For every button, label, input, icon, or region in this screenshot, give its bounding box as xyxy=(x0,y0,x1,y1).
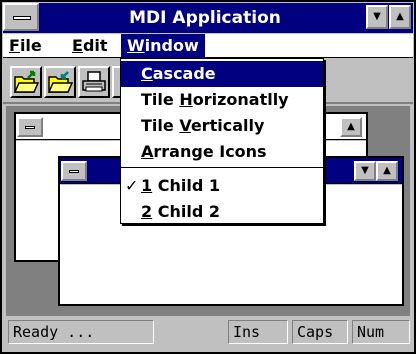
status-num: Num xyxy=(352,320,410,344)
menu-edit-label: dit xyxy=(82,36,108,55)
menu-item-tile-v-prefix: Tile xyxy=(141,116,180,135)
maximize-arrow-icon: ▲ xyxy=(347,121,355,132)
menu-item-tile-vertically[interactable]: Tile Vertically xyxy=(121,113,323,139)
child-1-system-menu-icon xyxy=(69,170,79,173)
menu-window[interactable]: Window xyxy=(121,34,205,58)
menu-window-accel: W xyxy=(127,36,145,55)
maximize-button[interactable]: ▲ xyxy=(389,5,411,29)
menu-item-tile-h-accel: H xyxy=(179,90,193,109)
print-icon xyxy=(82,71,106,92)
save-folder-icon xyxy=(47,71,74,93)
window-menu-dropdown: Cascade Tile Horizonatlly Tile Verticall… xyxy=(120,58,324,224)
child-1-minimize-button[interactable]: ▼ xyxy=(354,161,376,181)
child-2-system-menu-icon xyxy=(25,126,35,129)
menu-item-tile-v-accel: V xyxy=(179,116,191,135)
maximize-arrow-icon: ▲ xyxy=(383,165,391,176)
menu-edit-accel: E xyxy=(72,36,83,55)
menu-item-tile-horizontally[interactable]: Tile Horizonatlly xyxy=(121,87,323,113)
status-ins: Ins xyxy=(228,320,288,344)
status-message: Ready ... xyxy=(8,320,154,344)
menu-item-child-1-label: Child 1 xyxy=(152,176,220,195)
menu-bar xyxy=(3,34,413,58)
menu-edit[interactable]: Edit xyxy=(66,34,114,58)
menu-item-child-2[interactable]: 2 Child 2 xyxy=(121,199,323,225)
minimize-button[interactable]: ▼ xyxy=(366,5,388,29)
child-1-maximize-button[interactable]: ▲ xyxy=(376,161,398,181)
minimize-arrow-icon: ▼ xyxy=(361,165,369,176)
save-button[interactable] xyxy=(44,66,76,98)
open-folder-icon xyxy=(13,70,40,93)
child-1-system-menu-button[interactable] xyxy=(61,161,87,181)
maximize-arrow-icon: ▲ xyxy=(396,11,404,22)
menu-item-child-2-label: Child 2 xyxy=(152,202,220,221)
menu-window-label: indow xyxy=(144,36,199,55)
menu-item-tile-v-label: ertically xyxy=(190,116,265,135)
menu-file-accel: F xyxy=(9,36,20,55)
open-button[interactable] xyxy=(10,66,42,98)
minimize-arrow-icon: ▼ xyxy=(373,11,381,22)
menu-item-tile-h-prefix: Tile xyxy=(141,90,180,109)
menu-file-label: ile xyxy=(19,36,42,55)
menu-separator xyxy=(121,167,323,168)
menu-item-arrange-accel: A xyxy=(141,142,154,161)
system-menu-icon xyxy=(13,16,31,20)
menu-item-cascade[interactable]: Cascade xyxy=(121,61,323,87)
print-button[interactable] xyxy=(78,66,110,98)
system-menu-button[interactable] xyxy=(3,3,39,31)
checkmark-icon: ✓ xyxy=(125,176,139,195)
window-title: MDI Application xyxy=(129,8,281,28)
menu-item-cascade-label: ascade xyxy=(152,64,216,83)
menu-item-cascade-accel: C xyxy=(141,64,153,83)
status-caps: Caps xyxy=(292,320,348,344)
menu-item-arrange-icons[interactable]: Arrange Icons xyxy=(121,139,323,165)
menu-item-arrange-label: rrange Icons xyxy=(153,142,267,161)
child-2-system-menu-button[interactable] xyxy=(17,117,43,137)
child-2-maximize-button[interactable]: ▲ xyxy=(340,117,362,137)
menu-file[interactable]: File xyxy=(3,34,48,58)
menu-item-child-2-accel: 2 xyxy=(141,202,153,221)
menu-item-tile-h-label: orizonatlly xyxy=(192,90,289,109)
menu-item-child-1-accel: 1 xyxy=(141,176,153,195)
menu-item-child-1[interactable]: ✓ 1 Child 1 xyxy=(121,173,323,199)
